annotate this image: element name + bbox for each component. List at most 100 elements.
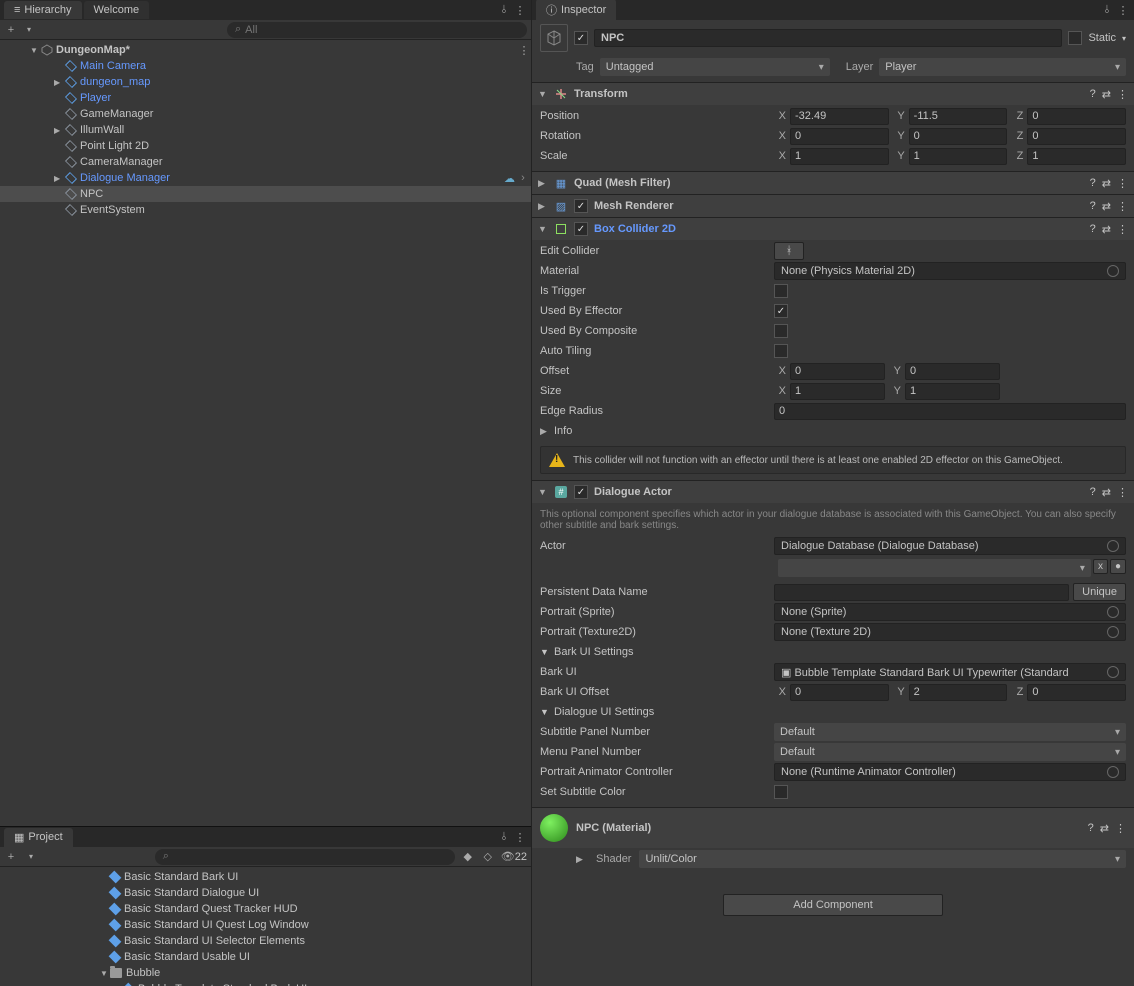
position-x-field[interactable]: [790, 108, 889, 125]
scene-row[interactable]: ▼ DungeonMap* ⋮: [0, 42, 531, 58]
actor-field[interactable]: Dialogue Database (Dialogue Database): [774, 537, 1126, 555]
menupanel-dropdown[interactable]: Default: [774, 743, 1126, 761]
hierarchy-item[interactable]: GameManager: [0, 106, 531, 122]
portraitsprite-field[interactable]: None (Sprite): [774, 603, 1126, 621]
hierarchy-item[interactable]: CameraManager: [0, 154, 531, 170]
dialogueactor-header[interactable]: ▼ # Dialogue Actor ?⇄⋮: [532, 481, 1134, 503]
boxcollider-header[interactable]: ▼ Box Collider 2D ?⇄⋮: [532, 218, 1134, 240]
hierarchy-item[interactable]: Point Light 2D: [0, 138, 531, 154]
help-icon[interactable]: ?: [1090, 177, 1096, 190]
hierarchy-tab[interactable]: ≡ Hierarchy: [4, 1, 82, 19]
hierarchy-item[interactable]: ▶dungeon_map: [0, 74, 531, 90]
usedbyeffector-checkbox[interactable]: [774, 304, 788, 318]
offset-x-field[interactable]: [790, 363, 885, 380]
quad-header[interactable]: ▶ ▦ Quad (Mesh Filter) ?⇄⋮: [532, 172, 1134, 194]
rotation-z-field[interactable]: [1027, 128, 1126, 145]
hierarchy-item[interactable]: Player: [0, 90, 531, 106]
portraittex-field[interactable]: None (Texture 2D): [774, 623, 1126, 641]
subtitlepanel-dropdown[interactable]: Default: [774, 723, 1126, 741]
dialogueactor-enabled-checkbox[interactable]: [574, 485, 588, 499]
project-tab[interactable]: ▦ Project: [4, 828, 73, 847]
add-component-button[interactable]: Add Component: [723, 894, 943, 916]
add-dropdown-icon[interactable]: ▾: [22, 23, 36, 37]
info-label[interactable]: Info: [554, 425, 572, 437]
hierarchy-item[interactable]: EventSystem: [0, 202, 531, 218]
barkoffset-x-field[interactable]: [790, 684, 889, 701]
fold-icon[interactable]: ▶: [54, 126, 64, 135]
meshrenderer-enabled-checkbox[interactable]: [574, 199, 588, 213]
project-item[interactable]: Bubble Template Standard Bark UI: [0, 981, 531, 986]
project-item[interactable]: Basic Standard Quest Tracker HUD: [0, 901, 531, 917]
project-item[interactable]: Basic Standard Usable UI: [0, 949, 531, 965]
scale-z-field[interactable]: [1027, 148, 1126, 165]
filter-type-icon[interactable]: ◆: [461, 850, 475, 864]
layer-dropdown[interactable]: Player: [879, 58, 1126, 76]
fold-icon[interactable]: ▼: [30, 46, 40, 55]
preset-icon[interactable]: ⇄: [1100, 822, 1109, 835]
boxcollider-enabled-checkbox[interactable]: [574, 222, 588, 236]
pane-lock-icon[interactable]: ⫰: [497, 830, 511, 844]
project-item[interactable]: Basic Standard Dialogue UI: [0, 885, 531, 901]
static-checkbox[interactable]: [1068, 31, 1082, 45]
hierarchy-item[interactable]: ▶Dialogue Manager☁›: [0, 170, 531, 186]
fold-icon[interactable]: ▶: [576, 854, 588, 865]
fold-icon[interactable]: ▼: [100, 969, 110, 978]
offset-y-field[interactable]: [905, 363, 1000, 380]
help-icon[interactable]: ?: [1090, 223, 1096, 236]
menu-icon[interactable]: ⋮: [1115, 822, 1126, 835]
barkoffset-y-field[interactable]: [909, 684, 1008, 701]
barkui-field[interactable]: ▣ Bubble Template Standard Bark UI Typew…: [774, 663, 1126, 681]
project-item[interactable]: Basic Standard Bark UI: [0, 869, 531, 885]
istrigger-checkbox[interactable]: [774, 284, 788, 298]
scale-x-field[interactable]: [790, 148, 889, 165]
menu-icon[interactable]: ⋮: [1117, 88, 1128, 101]
barkuisettings-label[interactable]: Bark UI Settings: [554, 646, 633, 658]
fold-icon[interactable]: ▼: [538, 224, 548, 234]
add-button[interactable]: +: [4, 23, 18, 37]
transform-header[interactable]: ▼ Transform ?⇄⋮: [532, 83, 1134, 105]
material-field[interactable]: None (Physics Material 2D): [774, 262, 1126, 280]
preset-icon[interactable]: ⇄: [1102, 177, 1111, 190]
help-icon[interactable]: ?: [1088, 822, 1094, 835]
fold-icon[interactable]: ▶: [54, 78, 64, 87]
menu-icon[interactable]: ⋮: [1117, 486, 1128, 499]
unique-button[interactable]: Unique: [1073, 583, 1126, 601]
shader-dropdown[interactable]: Unlit/Color: [639, 850, 1126, 868]
fold-icon[interactable]: ▶: [538, 201, 548, 212]
scale-y-field[interactable]: [909, 148, 1008, 165]
barkoffset-z-field[interactable]: [1027, 684, 1126, 701]
position-z-field[interactable]: [1027, 108, 1126, 125]
project-item[interactable]: Basic Standard UI Selector Elements: [0, 933, 531, 949]
scene-menu-icon[interactable]: ⋮: [517, 43, 531, 57]
size-x-field[interactable]: [790, 383, 885, 400]
hierarchy-item[interactable]: ▶IllumWall: [0, 122, 531, 138]
pane-lock-icon[interactable]: ⫰: [1100, 3, 1114, 17]
filter-label-icon[interactable]: ◇: [481, 850, 495, 864]
edit-collider-button[interactable]: ᚼ: [774, 242, 804, 260]
material-header[interactable]: NPC (Material) ?⇄⋮: [532, 807, 1134, 848]
project-item[interactable]: ▼Bubble: [0, 965, 531, 981]
usedbycomposite-checkbox[interactable]: [774, 324, 788, 338]
project-item[interactable]: Basic Standard UI Quest Log Window: [0, 917, 531, 933]
dot-button[interactable]: ●: [1110, 559, 1126, 574]
pane-menu-icon[interactable]: ⋮: [1116, 3, 1130, 17]
add-button[interactable]: +: [4, 850, 18, 864]
inspector-tab[interactable]: ⓘ Inspector: [536, 0, 616, 21]
rotation-x-field[interactable]: [790, 128, 889, 145]
fold-icon[interactable]: ▶: [540, 426, 550, 437]
pac-field[interactable]: None (Runtime Animator Controller): [774, 763, 1126, 781]
preset-icon[interactable]: ⇄: [1102, 486, 1111, 499]
pane-lock-icon[interactable]: ⫰: [497, 3, 511, 17]
size-y-field[interactable]: [905, 383, 1000, 400]
hierarchy-item[interactable]: NPC: [0, 186, 531, 202]
fold-icon[interactable]: ▶: [538, 178, 548, 189]
menu-icon[interactable]: ⋮: [1117, 177, 1128, 190]
name-field[interactable]: [594, 29, 1062, 47]
pdn-field[interactable]: [774, 584, 1069, 601]
enabled-checkbox[interactable]: [574, 31, 588, 45]
fold-icon[interactable]: ▼: [540, 707, 550, 717]
fold-icon[interactable]: ▼: [538, 487, 548, 497]
hidden-icon[interactable]: 👁22: [501, 850, 527, 864]
menu-icon[interactable]: ⋮: [1117, 200, 1128, 213]
preset-icon[interactable]: ⇄: [1102, 200, 1111, 213]
